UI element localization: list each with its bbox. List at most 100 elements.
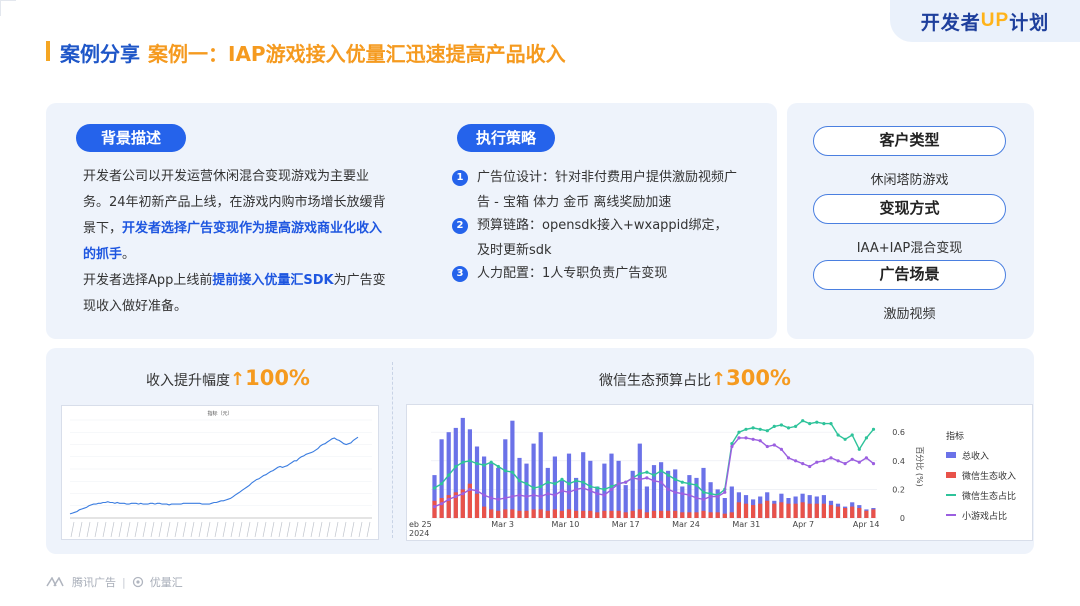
bar-wechat-revenue [715,512,720,518]
wechat-share-point [864,436,868,440]
minigame-share-point [560,489,564,493]
bar-total-revenue [581,452,586,518]
x-tick-label [350,521,355,538]
minigame-share-point [510,494,514,499]
bar-wechat-revenue [510,509,515,518]
x-tick-label [310,521,315,538]
bar-wechat-revenue [474,493,480,518]
wechat-share-point [758,427,762,431]
minigame-share-point [468,487,472,491]
bar-wechat-revenue [743,503,749,518]
bar-wechat-revenue [595,512,600,518]
minigame-share-point [588,489,592,493]
bar-wechat-revenue [630,510,635,518]
minigame-share-point [716,494,720,499]
wechat-share-point [525,482,529,486]
x-tick-label [134,521,139,538]
x-tick-label: 2024 [409,529,429,538]
bar-wechat-revenue [609,510,614,518]
bar-wechat-revenue [779,502,784,518]
minigame-share-point [503,496,507,500]
bar-wechat-revenue [496,510,501,518]
wechat-share-point [702,490,706,494]
background-label: 背景描述 [76,124,186,152]
wechat-share-point [496,464,500,469]
bar-wechat-revenue [765,500,770,518]
minigame-share-point [666,487,670,491]
minigame-share-point [723,490,727,494]
bar-total-revenue [651,465,657,518]
strategy-label: 执行策略 [457,124,555,152]
minigame-share-point [638,477,642,481]
bar-wechat-revenue [673,510,678,518]
minigame-share-point [680,492,684,496]
wechat-share-point [801,419,805,423]
bar-wechat-revenue [835,506,841,518]
minigame-share-point [595,492,599,496]
footer-separator: | [122,575,126,589]
minigame-share-point [539,494,543,499]
x-tick-label [358,521,363,538]
bar-total-revenue [503,439,508,518]
bar-wechat-revenue [807,503,812,518]
x-tick-label: Apr 14 [853,520,880,529]
legend-item-wechat-revenue: 微信生态收入 [946,465,1016,485]
minigame-share-point [871,462,876,466]
bar-wechat-revenue [843,508,848,518]
bar-total-revenue [531,443,536,518]
x-tick-label [334,521,339,538]
x-tick-label: eb 25 [409,520,432,529]
bar-wechat-revenue [602,510,607,518]
wechat-share-point [588,484,592,489]
minigame-share-point [461,492,465,496]
minigame-share-point [475,489,479,493]
bar-total-revenue [496,467,501,518]
bar-wechat-revenue [694,512,699,518]
minigame-share-point [744,436,748,440]
wechat-share-point [666,473,670,477]
bar-wechat-revenue [850,506,855,518]
minigame-share-point [737,436,741,440]
bar-swatch-icon [946,452,956,458]
minigame-share-point [730,444,734,449]
chart-divider [392,362,393,538]
wechat-share-point [602,487,606,491]
tencent-ads-label: 腾讯广告 [72,576,116,589]
revenue-chart-title: 指标（元） [207,410,232,417]
minigame-share-point [702,497,706,501]
bar-wechat-revenue [432,500,437,518]
wechat-share-point [751,426,755,430]
customer-type-value: 休闲塔防游戏 [870,173,949,188]
x-tick-label [302,521,307,538]
x-tick-label [366,521,371,538]
legend-title: 指标 [946,431,965,442]
x-tick-label: Mar 31 [732,520,760,529]
wechat-share-point [546,480,550,484]
minigame-share-point [517,493,522,497]
minigame-share-point [482,493,486,497]
x-tick-label [118,521,123,538]
step-2-text: 预算链路：opensdk接入+wxappid绑定，及时更新sdk [477,218,728,258]
revenue-chart: 指标（元） [61,405,379,540]
x-tick-label: Mar 24 [672,520,700,529]
wechat-share-point [836,433,840,437]
minigame-share-point [546,492,550,496]
x-tick-label [262,521,267,538]
bar-wechat-revenue [644,512,649,518]
minigame-share-point [765,444,769,449]
bar-wechat-revenue [729,512,734,518]
y2-tick-label: 0.4 [892,457,905,466]
minigame-share-point [553,493,557,497]
monetize-method-value: IAA+IAP混合变现 [856,241,963,256]
bar-wechat-revenue [722,513,727,518]
x-tick-label [150,521,155,538]
bar-total-revenue [616,460,621,518]
wechat-share-point [489,460,493,464]
wechat-share-point [454,464,458,469]
minigame-share-point [574,487,578,491]
wechat-share-point [694,483,699,487]
x-tick-label: Mar 3 [491,520,514,529]
x-tick-label [158,521,163,538]
x-tick-label [94,521,99,538]
minigame-share-point [496,497,500,501]
